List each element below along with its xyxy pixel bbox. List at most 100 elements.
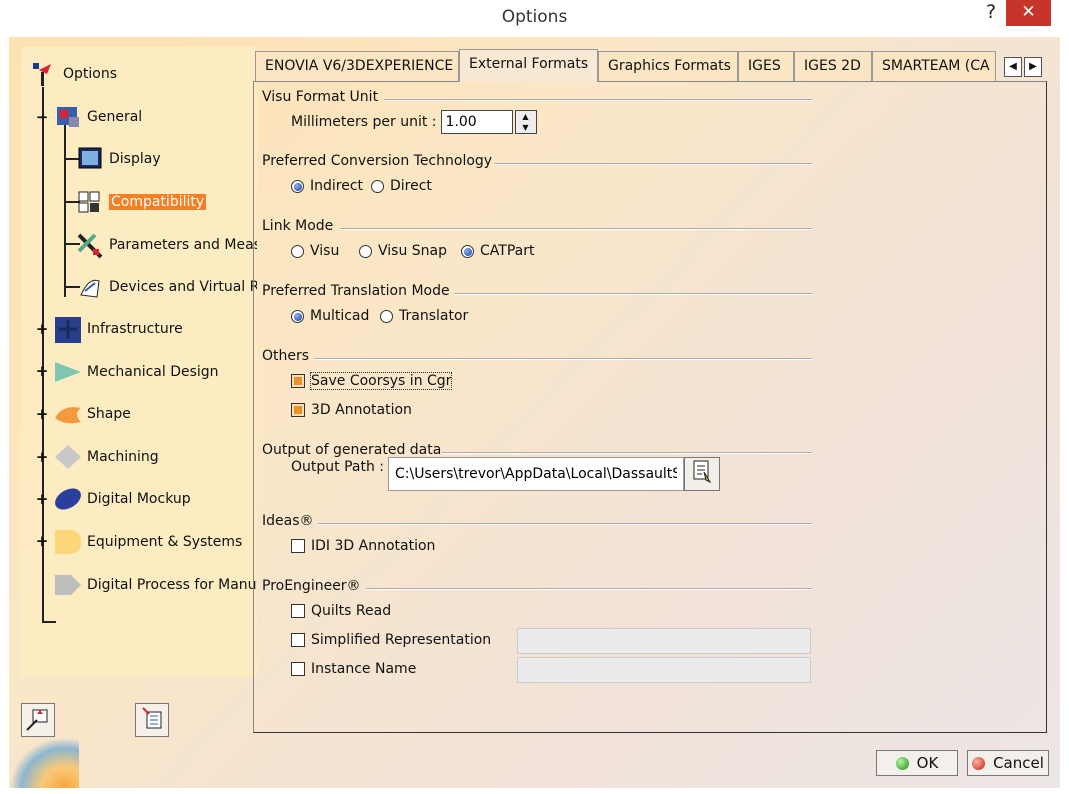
radio-button[interactable] [461,244,474,258]
radio-button[interactable] [380,309,393,323]
section-title: Output of generated data [262,442,442,458]
output-path-input[interactable] [388,457,685,491]
tree-item-general[interactable]: General [53,103,142,131]
machining-icon [53,443,83,471]
expand-icon[interactable]: + [35,450,49,465]
radio-button[interactable] [359,244,372,258]
tree-line [42,621,56,623]
radio-direct[interactable]: Direct [371,178,432,194]
checkbox-save-coorsys[interactable]: Save Coorsys in Cgr [291,372,453,390]
checkbox-label: Quilts Read [311,603,392,619]
tab-iges-2d[interactable]: IGES 2D [794,51,872,81]
shape-icon [53,400,83,428]
digital-mockup-icon [53,485,83,513]
tree-item-display[interactable]: Display [75,145,161,173]
tab-scroll-right-button[interactable]: ▶ [1024,57,1042,77]
tree-item-mechanical-design[interactable]: Mechanical Design [53,358,219,386]
tree-item-digital-mockup[interactable]: Digital Mockup [53,485,191,513]
section-divider [454,293,812,295]
tab-enovia[interactable]: ENOVIA V6/3DEXPERIENCE [255,51,459,81]
radio-button[interactable] [291,309,304,323]
spin-up-icon[interactable]: ▲ [516,111,536,122]
mm-per-unit-row: Millimeters per unit : ▲ ▼ [291,110,537,134]
checkbox-3d-annotation[interactable]: 3D Annotation [291,402,412,418]
radio-label: Visu Snap [378,243,448,259]
radio-label: Translator [399,308,469,324]
radio-button[interactable] [291,244,304,258]
radio-catpart[interactable]: CATPart [461,243,534,259]
tree-item-digital-process[interactable]: Digital Process for Manufa [53,571,257,599]
tree-item-infrastructure[interactable]: Infrastructure [53,315,183,343]
radio-multicad[interactable]: Multicad [291,308,369,324]
checkbox[interactable] [291,374,305,388]
collapse-icon[interactable]: − [35,110,49,125]
options-tree[interactable]: Options − General Display Compatibility … [21,47,257,677]
tree-item-label: Infrastructure [87,321,183,337]
general-icon [53,103,83,131]
help-button[interactable]: ? [976,0,1006,26]
tab-external-formats[interactable]: External Formats [459,49,598,82]
parameters-icon [75,231,105,259]
section-divider [366,588,812,590]
checkbox-instance-name[interactable]: Instance Name [291,661,416,677]
export-settings-button[interactable] [135,703,169,737]
section-title: ProEngineer® [262,578,361,594]
spin-down-icon[interactable]: ▼ [516,122,536,133]
expand-icon[interactable]: + [35,364,49,379]
section-divider [318,523,812,525]
section-proengineer: ProEngineer® [262,578,812,598]
reset-defaults-button[interactable] [21,703,55,737]
checkbox-label: Simplified Representation [311,632,492,648]
checkbox[interactable] [291,633,305,647]
ok-button[interactable]: OK [876,750,958,776]
checkbox[interactable] [291,403,305,417]
window-frame: Options − General Display Compatibility … [0,37,1069,794]
dialog-client-area: Options − General Display Compatibility … [9,37,1060,788]
tab-scroll-left-button[interactable]: ◀ [1004,57,1022,77]
tree-item-label: General [87,109,143,125]
radio-visu[interactable]: Visu [291,243,339,259]
tree-item-label: Devices and Virtual Rea [109,279,257,295]
mm-per-unit-spinner[interactable]: ▲ ▼ [514,110,537,134]
tree-item-options[interactable]: Options [29,60,117,88]
tree-item-machining[interactable]: Machining [53,443,159,471]
mechanical-design-icon [53,358,83,386]
checkbox[interactable] [291,539,305,553]
expand-icon[interactable]: + [35,322,49,337]
tree-item-label: Compatibility [109,194,207,210]
radio-indirect[interactable]: Indirect [291,178,363,194]
radio-button[interactable] [291,179,304,193]
section-title: Others [262,348,310,364]
expand-icon[interactable]: + [35,492,49,507]
section-title: Link Mode [262,218,334,234]
close-button[interactable]: ✕ [1006,0,1051,26]
tree-item-equipment[interactable]: Equipment & Systems [53,528,242,556]
catia-globe-logo [9,737,79,788]
mm-per-unit-input[interactable] [440,110,513,134]
checkbox-simplified-representation[interactable]: Simplified Representation [291,632,491,648]
tree-item-label: Equipment & Systems [87,534,243,550]
tree-item-devices[interactable]: Devices and Virtual Rea [75,273,257,301]
radio-visu-snap[interactable]: Visu Snap [359,243,447,259]
cancel-button[interactable]: Cancel [967,750,1049,776]
tab-graphics-formats[interactable]: Graphics Formats [598,51,738,81]
checkbox[interactable] [291,662,305,676]
tree-item-label: Machining [87,449,159,465]
section-title: Preferred Translation Mode [262,283,450,299]
checkbox-idi-3d-annotation[interactable]: IDI 3D Annotation [291,538,435,554]
devices-icon [75,273,105,301]
cancel-icon [972,756,986,770]
expand-icon[interactable]: + [35,534,49,549]
tab-iges[interactable]: IGES [738,51,794,81]
tree-item-compatibility[interactable]: Compatibility [75,188,207,216]
expand-icon[interactable]: + [35,407,49,422]
tree-item-shape[interactable]: Shape [53,400,131,428]
checkbox[interactable] [291,604,305,618]
tab-smarteam[interactable]: SMARTEAM (CA [872,51,996,81]
checkbox-quilts-read[interactable]: Quilts Read [291,603,391,619]
tree-item-label: Display [109,151,161,167]
radio-button[interactable] [371,179,384,193]
tree-item-parameters[interactable]: Parameters and Measu [75,231,257,259]
radio-translator[interactable]: Translator [380,308,468,324]
browse-button[interactable] [684,457,721,491]
